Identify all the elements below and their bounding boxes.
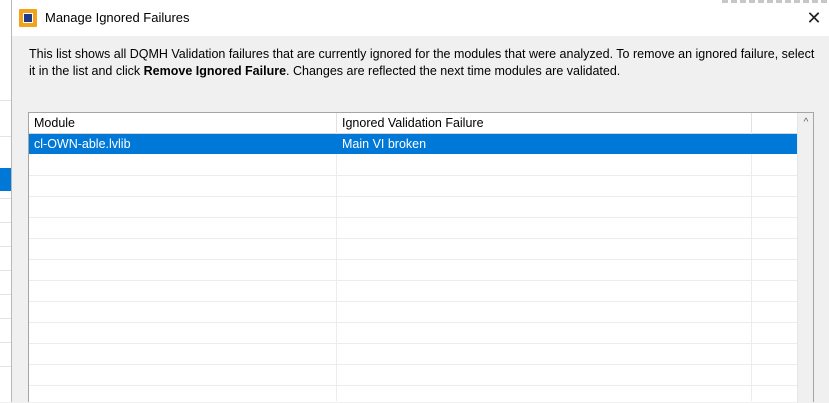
column-gridline: [336, 133, 337, 401]
description-text: This list shows all DQMH Validation fail…: [29, 46, 819, 80]
background-window-fragment: [722, 0, 829, 3]
description-part-2: . Changes are reflected the next time mo…: [286, 64, 621, 78]
row-gridline: [29, 196, 797, 197]
row-gridline: [29, 175, 797, 176]
row-gridline: [29, 343, 797, 344]
vertical-scrollbar[interactable]: ^: [797, 113, 813, 403]
column-header-ignored-validation-failure[interactable]: Ignored Validation Failure: [337, 113, 751, 133]
column-separator[interactable]: [751, 113, 752, 133]
column-header-module[interactable]: Module: [29, 113, 336, 133]
row-gridline: [29, 217, 797, 218]
list-header: Module Ignored Validation Failure: [29, 113, 797, 134]
scroll-up-icon[interactable]: ^: [798, 115, 814, 131]
row-gridline: [29, 322, 797, 323]
row-gridline: [29, 364, 797, 365]
cell-ignored-failure[interactable]: Main VI broken: [337, 134, 751, 154]
row-gridline: [29, 259, 797, 260]
manage-ignored-failures-dialog: Manage Ignored Failures ✕ This list show…: [11, 0, 829, 403]
column-gridline: [751, 133, 752, 401]
title-bar[interactable]: Manage Ignored Failures ✕: [12, 0, 829, 36]
row-gridline: [29, 280, 797, 281]
row-gridline: [29, 385, 797, 386]
row-gridline: [29, 301, 797, 302]
close-icon[interactable]: ✕: [802, 6, 826, 30]
cell-module[interactable]: cl-OWN-able.lvlib: [29, 134, 336, 154]
row-gridline: [29, 238, 797, 239]
ignored-failures-list[interactable]: Module Ignored Validation Failure cl-OWN…: [28, 112, 814, 403]
dialog-title: Manage Ignored Failures: [45, 10, 190, 25]
description-bold: Remove Ignored Failure: [143, 64, 287, 78]
app-icon: [19, 9, 37, 27]
